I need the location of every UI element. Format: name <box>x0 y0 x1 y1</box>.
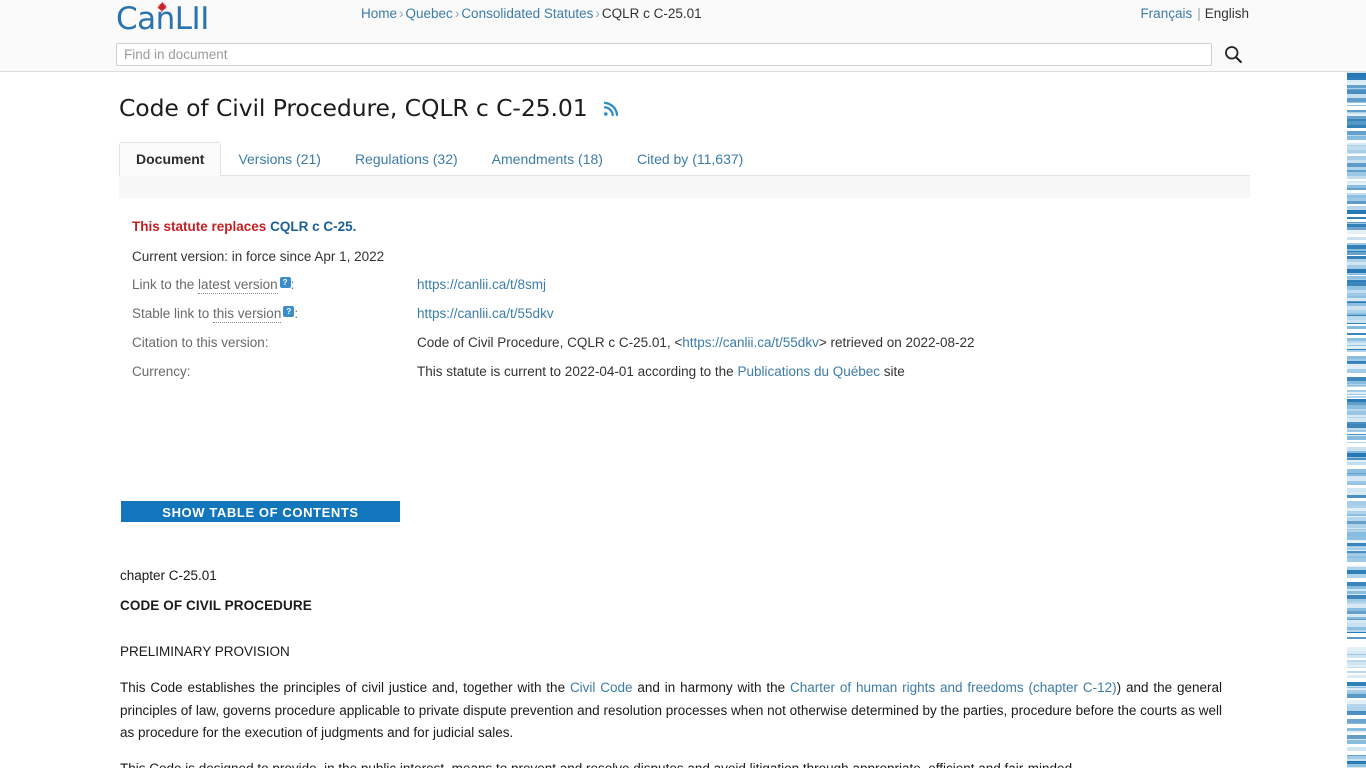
latest-version-url[interactable]: https://canlii.ca/t/8smj <box>417 277 546 292</box>
paragraph-1: This Code establishes the principles of … <box>120 677 1222 745</box>
document-body: chapter C-25.01 CODE OF CIVIL PROCEDURE … <box>120 566 1222 745</box>
rss-feed-icon[interactable] <box>602 96 619 116</box>
currency-label: Currency: <box>132 364 191 379</box>
language-english[interactable]: English <box>1205 6 1249 21</box>
show-table-of-contents-button[interactable]: SHOW TABLE OF CONTENTS <box>121 501 400 522</box>
language-divider: | <box>1197 6 1201 21</box>
maple-leaf-icon <box>156 1 169 14</box>
breadcrumb-item-consolidated-statutes[interactable]: Consolidated Statutes <box>461 6 593 21</box>
chapter-line: chapter C-25.01 <box>120 568 217 583</box>
replaces-prefix: This statute replaces <box>132 219 267 234</box>
help-badge-icon[interactable]: ? <box>279 277 291 288</box>
citation-text-after: > retrieved on 2022-08-22 <box>818 335 975 350</box>
civil-code-link[interactable]: Civil Code <box>570 680 633 695</box>
document-metadata: This statute replaces CQLR c C-25. Curre… <box>132 216 1232 393</box>
stable-link-value: https://canlii.ca/t/55dkv <box>417 306 554 321</box>
latest-version-label-suffix: : <box>290 277 295 292</box>
breadcrumb-item-home[interactable]: Home <box>361 6 397 21</box>
publications-quebec-link[interactable]: Publications du Québec <box>737 364 880 379</box>
paragraph-2-partial: This Code is designed to provide, in the… <box>120 758 1222 768</box>
tab-regulations[interactable]: Regulations (32) <box>338 142 475 176</box>
search-input[interactable] <box>116 43 1212 66</box>
help-badge-icon[interactable]: ? <box>283 306 295 317</box>
language-french[interactable]: Français <box>1140 6 1192 21</box>
citation-row: Citation to this version: Code of Civil … <box>132 335 1232 364</box>
latest-version-dotted-term[interactable]: latest version <box>198 277 278 294</box>
document-tabs: Document Versions (21) Regulations (32) … <box>119 142 1250 177</box>
latest-version-label: Link to the latest version?: <box>132 277 295 294</box>
canlii-logo[interactable]: CanLII <box>116 1 212 36</box>
statute-replaces-notice: This statute replaces CQLR c C-25. <box>132 216 1232 238</box>
currency-text-after: site <box>880 364 905 379</box>
tab-document[interactable]: Document <box>119 142 222 177</box>
document-minimap-scrollbar[interactable] <box>1347 72 1366 768</box>
replaces-link[interactable]: CQLR c C-25. <box>270 219 356 234</box>
latest-version-label-prefix: Link to the <box>132 277 199 292</box>
currency-row: Currency: This statute is current to 202… <box>132 364 1232 393</box>
stable-link-label: Stable link to this version?: <box>132 306 299 323</box>
stable-link-url[interactable]: https://canlii.ca/t/55dkv <box>417 306 554 321</box>
search-button[interactable] <box>1222 44 1244 66</box>
tab-versions[interactable]: Versions (21) <box>221 142 337 176</box>
language-switcher: Français | English <box>1140 5 1249 23</box>
currency-value: This statute is current to 2022-04-01 ac… <box>417 364 905 379</box>
currency-text-before: This statute is current to 2022-04-01 ac… <box>417 364 738 379</box>
stable-link-row: Stable link to this version?: https://ca… <box>132 306 1232 335</box>
stable-link-label-prefix: Stable link to <box>132 306 214 321</box>
citation-url[interactable]: https://canlii.ca/t/55dkv <box>682 335 819 350</box>
citation-value: Code of Civil Procedure, CQLR c C-25.01,… <box>417 335 975 350</box>
tab-content-strip <box>119 176 1250 198</box>
breadcrumb-item-quebec[interactable]: Quebec <box>406 6 453 21</box>
preliminary-provision-heading: PRELIMINARY PROVISION <box>120 644 290 659</box>
paragraph-1-part-2: and in harmony with the <box>632 680 790 695</box>
site-header: CanLII Home › Quebec › Consolidated Statutes… <box>0 0 1366 72</box>
page-title-text: Code of Civil Procedure, CQLR c C-25.01 <box>119 94 588 122</box>
latest-version-row: Link to the latest version?: https://can… <box>132 277 1232 306</box>
charter-link[interactable]: Charter of human rights and freedoms (ch… <box>790 680 1117 695</box>
latest-version-value: https://canlii.ca/t/8smj <box>417 277 546 292</box>
stable-link-dotted-term[interactable]: this version <box>213 306 282 323</box>
breadcrumb-separator-1: › <box>399 6 404 21</box>
citation-text-before: Code of Civil Procedure, CQLR c C-25.01,… <box>417 335 683 350</box>
paragraph-1-part-1: This Code establishes the principles of … <box>120 680 570 695</box>
page-title: Code of Civil Procedure, CQLR c C-25.01 <box>119 94 619 122</box>
breadcrumb-separator-3: › <box>595 6 600 21</box>
search-icon <box>1223 46 1244 68</box>
statute-heading: CODE OF CIVIL PROCEDURE <box>120 598 312 613</box>
stable-link-label-suffix: : <box>294 306 299 321</box>
tab-cited-by[interactable]: Cited by (11,637) <box>620 142 760 176</box>
breadcrumb: Home › Quebec › Consolidated Statutes › CQLR c… <box>361 5 702 23</box>
tab-amendments[interactable]: Amendments (18) <box>475 142 620 176</box>
breadcrumb-item-current: CQLR c C-25.01 <box>601 6 702 21</box>
find-in-document-wrapper <box>116 43 1212 66</box>
citation-label: Citation to this version: <box>132 335 269 350</box>
current-version-line: Current version: in force since Apr 1, 2… <box>132 249 385 264</box>
